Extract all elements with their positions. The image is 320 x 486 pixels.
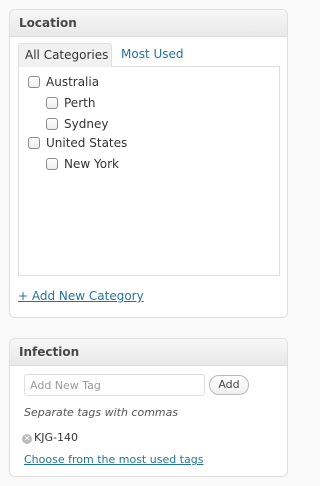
- infection-panel: Infection Add Separate tags with commas …: [9, 338, 288, 477]
- category-label: Australia: [46, 75, 100, 89]
- category-checklist: Australia Perth Sydney United States New…: [18, 66, 280, 276]
- location-panel: Location All Categories Most Used Austra…: [9, 9, 288, 318]
- tab-most-used[interactable]: Most Used: [115, 43, 190, 66]
- category-item-australia[interactable]: Australia: [28, 72, 99, 92]
- new-tag-input[interactable]: [24, 374, 205, 396]
- location-panel-title[interactable]: Location: [10, 10, 287, 37]
- category-label: Sydney: [64, 117, 109, 131]
- infection-panel-title[interactable]: Infection: [10, 339, 287, 366]
- checkbox[interactable]: [28, 76, 40, 88]
- category-label: Perth: [64, 96, 96, 110]
- category-item-sydney[interactable]: Sydney: [46, 114, 108, 134]
- tag-item: ✕ KJG-140: [22, 430, 78, 446]
- checkbox[interactable]: [46, 158, 58, 170]
- tab-all-categories[interactable]: All Categories: [18, 43, 112, 67]
- add-new-category-link[interactable]: + Add New Category: [18, 289, 144, 303]
- category-item-united-states[interactable]: United States: [28, 133, 127, 153]
- choose-most-used-tags-link[interactable]: Choose from the most used tags: [24, 453, 203, 466]
- tag-label: KJG-140: [34, 431, 78, 444]
- category-item-new-york[interactable]: New York: [46, 154, 119, 174]
- add-tag-button[interactable]: Add: [209, 375, 249, 395]
- tag-hint: Separate tags with commas: [24, 406, 179, 419]
- x-circle-icon[interactable]: ✕: [22, 434, 32, 444]
- checkbox[interactable]: [46, 118, 58, 130]
- category-label: New York: [64, 157, 119, 171]
- category-item-perth[interactable]: Perth: [46, 93, 95, 113]
- category-label: United States: [46, 136, 128, 150]
- checkbox[interactable]: [28, 137, 40, 149]
- checkbox[interactable]: [46, 97, 58, 109]
